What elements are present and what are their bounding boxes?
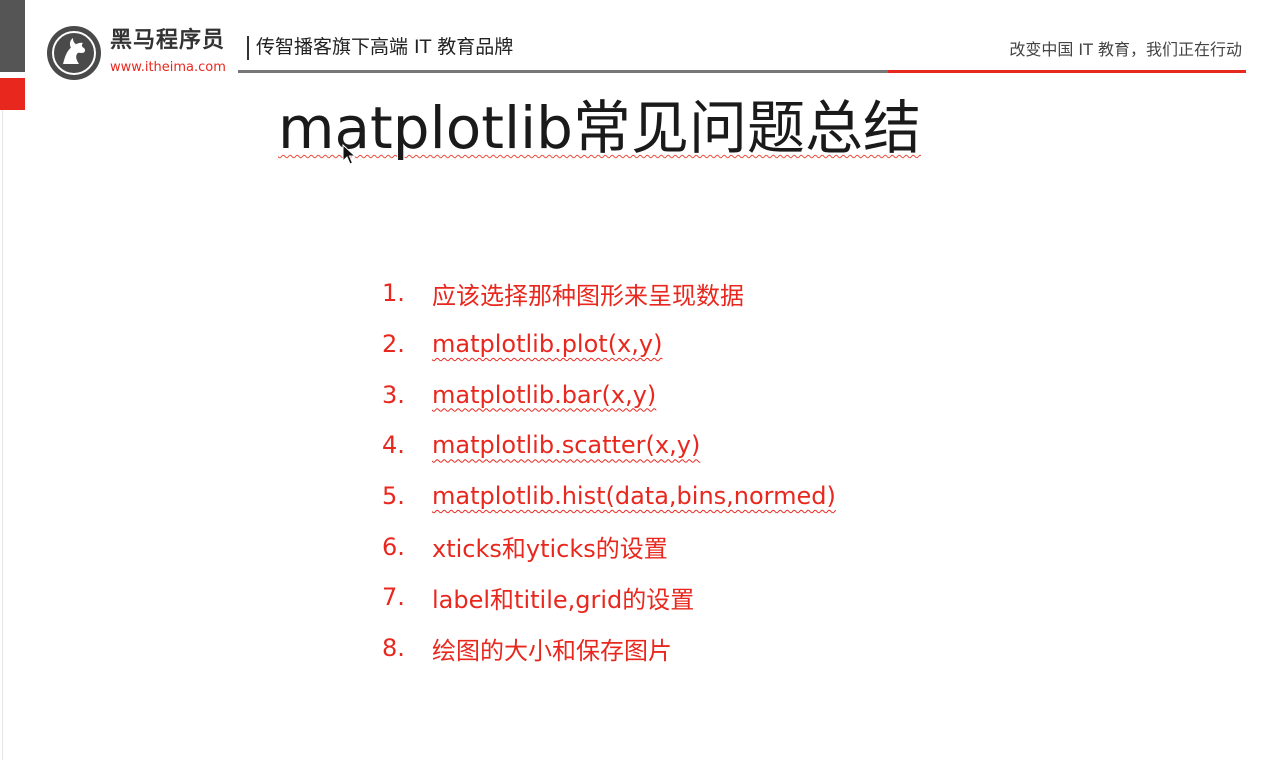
logo-url: www.itheima.com bbox=[110, 60, 226, 75]
list-item-text: matplotlib.plot(x,y) bbox=[432, 330, 663, 359]
list-item-text: 应该选择那种图形来呈现数据 bbox=[432, 281, 744, 310]
slide: 黑马程序员 www.itheima.com 传智播客旗下高端 IT 教育品牌 改… bbox=[0, 0, 1277, 769]
list-item-number: 7. bbox=[382, 583, 405, 612]
list-item: 6. xticks和yticks的设置 bbox=[382, 521, 836, 572]
left-accent-bar-red bbox=[0, 78, 25, 110]
list-item-number: 6. bbox=[382, 532, 405, 561]
header-rule-red bbox=[888, 70, 1246, 73]
list-item: 3. matplotlib.bar(x,y) bbox=[382, 369, 836, 420]
horse-logo-icon bbox=[47, 26, 101, 80]
left-edge-line bbox=[2, 110, 3, 760]
list-item-number: 3. bbox=[382, 380, 405, 409]
list-item-number: 2. bbox=[382, 330, 405, 359]
list-item-text: matplotlib.hist(data,bins,normed) bbox=[432, 482, 836, 511]
list-item: 5. matplotlib.hist(data,bins,normed) bbox=[382, 471, 836, 522]
list-item-text: matplotlib.bar(x,y) bbox=[432, 380, 657, 409]
list-item: 7. label和titile,grid的设置 bbox=[382, 572, 836, 623]
list-item-number: 1. bbox=[382, 279, 405, 308]
list-item-number: 5. bbox=[382, 482, 405, 511]
list-item-number: 8. bbox=[382, 634, 405, 663]
header-rule-gray bbox=[238, 70, 888, 73]
logo-title: 黑马程序员 bbox=[110, 28, 226, 53]
header-slogan: 改变中国 IT 教育，我们正在行动 bbox=[1009, 40, 1242, 59]
list-item-text: matplotlib.scatter(x,y) bbox=[432, 431, 701, 460]
list-item: 1. 应该选择那种图形来呈现数据 bbox=[382, 268, 836, 319]
list-item: 4. matplotlib.scatter(x,y) bbox=[382, 420, 836, 471]
list-item-number: 4. bbox=[382, 431, 405, 460]
page-title: matplotlib常见问题总结 bbox=[278, 94, 921, 162]
list-item: 8. 绘图的大小和保存图片 bbox=[382, 623, 836, 674]
mouse-cursor-icon bbox=[342, 143, 357, 170]
topic-list: 1. 应该选择那种图形来呈现数据 2. matplotlib.plot(x,y)… bbox=[382, 268, 836, 674]
left-accent-bar-dark bbox=[0, 0, 25, 72]
header-tagline: 传智播客旗下高端 IT 教育品牌 bbox=[256, 36, 514, 58]
list-item-text: xticks和yticks的设置 bbox=[432, 535, 668, 564]
list-item-text: 绘图的大小和保存图片 bbox=[432, 636, 672, 665]
list-item: 2. matplotlib.plot(x,y) bbox=[382, 319, 836, 370]
list-item-text: label和titile,grid的设置 bbox=[432, 585, 695, 614]
header-divider bbox=[247, 36, 249, 60]
